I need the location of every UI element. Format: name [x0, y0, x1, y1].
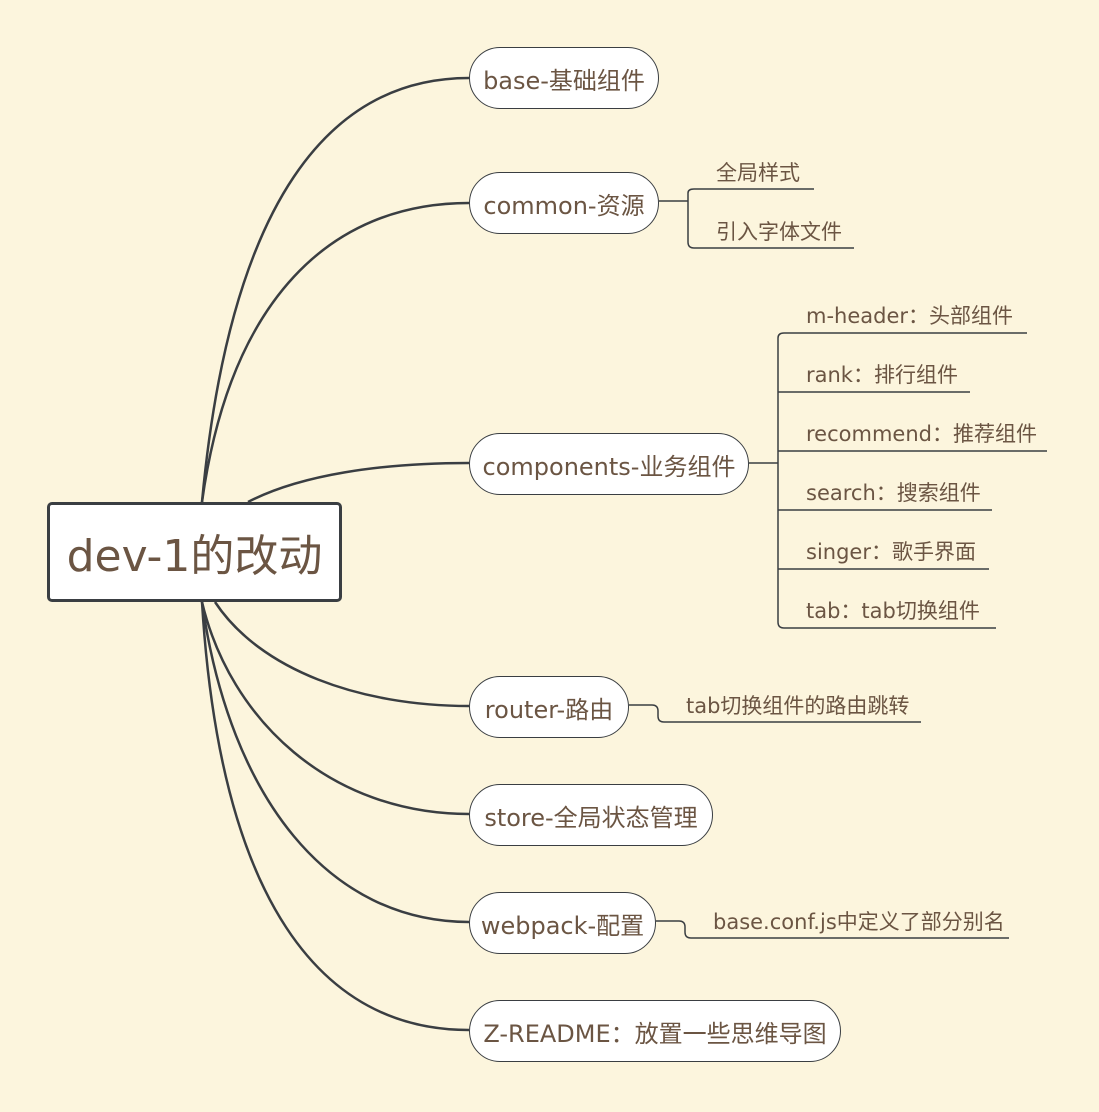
link-root-readme — [200, 601, 470, 1032]
branch-store-label: store-全局状态管理 — [484, 803, 698, 832]
leaf-comp-singer[interactable]: singer：歌手界面 — [806, 539, 976, 565]
link-root-router — [213, 601, 470, 708]
root-label: dev-1的改动 — [66, 531, 323, 582]
leaf-webpack-alias[interactable]: base.conf.js中定义了部分别名 — [713, 909, 1005, 935]
branch-base-label: base-基础组件 — [483, 66, 645, 95]
branch-readme-label: Z-README：放置一些思维导图 — [483, 1019, 827, 1048]
branch-store[interactable]: store-全局状态管理 — [469, 784, 713, 846]
leaf-common-font-import[interactable]: 引入字体文件 — [716, 219, 842, 245]
leaf-comp-tab[interactable]: tab：tab切换组件 — [806, 598, 980, 624]
branch-base[interactable]: base-基础组件 — [469, 47, 659, 109]
leaf-router-tab-switch[interactable]: tab切换组件的路由跳转 — [686, 693, 909, 719]
branch-webpack[interactable]: webpack-配置 — [469, 892, 656, 954]
branch-components-label: components-业务组件 — [482, 452, 736, 481]
link-root-base — [200, 76, 470, 503]
leaf-comp-m-header[interactable]: m-header：头部组件 — [806, 303, 1013, 329]
mind-map-canvas: dev-1的改动 base-基础组件 common-资源 components-… — [0, 0, 1099, 1112]
leaf-common-global-styles[interactable]: 全局样式 — [716, 160, 800, 186]
branch-common[interactable]: common-资源 — [469, 172, 659, 234]
link-components-bracket — [749, 332, 785, 629]
branch-router[interactable]: router-路由 — [469, 676, 629, 738]
branch-webpack-label: webpack-配置 — [480, 911, 645, 940]
branch-readme[interactable]: Z-README：放置一些思维导图 — [469, 1000, 841, 1062]
leaf-comp-rank[interactable]: rank：排行组件 — [806, 362, 958, 388]
branch-router-label: router-路由 — [484, 695, 614, 724]
link-root-webpack — [200, 601, 470, 924]
branch-components[interactable]: components-业务组件 — [469, 433, 749, 495]
branch-common-label: common-资源 — [483, 191, 645, 220]
link-common-bracket — [659, 188, 695, 249]
root-node[interactable]: dev-1的改动 — [47, 502, 342, 602]
link-root-components — [247, 461, 470, 504]
leaf-comp-recommend[interactable]: recommend：推荐组件 — [806, 421, 1037, 447]
leaf-comp-search[interactable]: search：搜索组件 — [806, 480, 981, 506]
link-root-common — [200, 201, 470, 503]
